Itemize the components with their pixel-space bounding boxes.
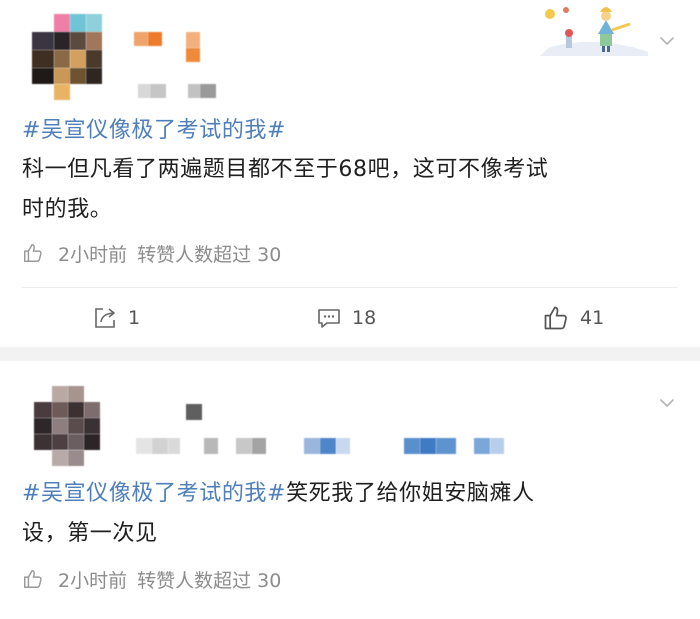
comment-count: 18 [352,307,377,329]
repost-note: 转赞人数超过 30 [137,569,282,592]
like-button[interactable]: 41 [542,298,604,338]
divider [22,287,678,288]
comment-time: 2小时前 [58,569,128,592]
avatar[interactable] [32,14,102,100]
chevron-down-icon[interactable] [660,34,674,48]
comment-text-line-1: 笑死我了给你姐安脑瘫人 [286,481,535,506]
little-prince-icon [540,7,648,56]
thumb-up-icon[interactable] [22,568,44,590]
weibo-comment-feed: #吴宣仪像极了考试的我# 科一但凡看了两遍题目都不至于68吧，这可不像考试 时的… [0,0,700,619]
thumb-up-icon[interactable] [22,242,44,264]
hashtag-link[interactable]: #吴宣仪像极了考试的我# [22,481,286,506]
comment-text-line-2: 时的我。 [22,197,113,222]
share-icon [95,308,115,328]
comment-body: #吴宣仪像极了考试的我# [22,111,286,151]
card-separator [0,347,700,361]
share-count: 1 [128,307,141,329]
action-bar: 1 18 41 [0,298,700,338]
share-button[interactable]: 1 [92,298,140,338]
comment-meta: 2小时前 转赞人数超过 30 [22,240,281,266]
hashtag-link[interactable]: #吴宣仪像极了考试的我# [22,118,286,143]
thumb-up-icon [544,306,567,330]
comment-icon [318,309,340,328]
repost-note: 转赞人数超过 30 [137,243,282,266]
comment-body: #吴宣仪像极了考试的我#笑死我了给你姐安脑瘫人 [22,474,535,514]
comment-time: 2小时前 [58,243,128,266]
chevron-down-icon[interactable] [660,396,674,410]
comment-button[interactable]: 18 [316,298,376,338]
comment-text-line-2: 设，第一次见 [22,521,158,546]
comment-text-line-1: 科一但凡看了两遍题目都不至于68吧，这可不像考试 [22,157,549,182]
like-count: 41 [580,307,605,329]
comment-meta: 2小时前 转赞人数超过 30 [22,566,281,592]
avatar[interactable] [34,386,100,466]
